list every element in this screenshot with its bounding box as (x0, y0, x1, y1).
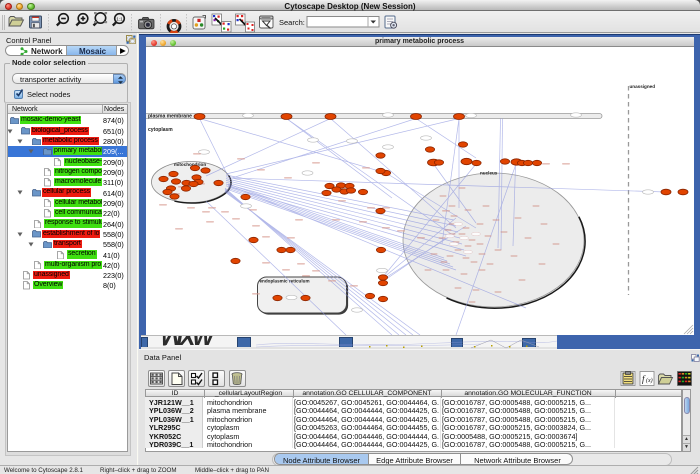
svg-text:plasma membrane: plasma membrane (148, 113, 192, 119)
svg-text:unassigned: unassigned (629, 84, 655, 89)
svg-text:nucleus: nucleus (480, 170, 498, 175)
svg-text:cytoplasm: cytoplasm (148, 127, 173, 133)
svg-text:endoplasmic reticulum: endoplasmic reticulum (259, 278, 309, 283)
svg-text:(x): (x) (646, 377, 653, 384)
svg-text:1:1: 1:1 (116, 17, 123, 22)
svg-text:mitochondrion: mitochondrion (174, 162, 206, 167)
svg-text:Search:: Search: (279, 18, 305, 27)
